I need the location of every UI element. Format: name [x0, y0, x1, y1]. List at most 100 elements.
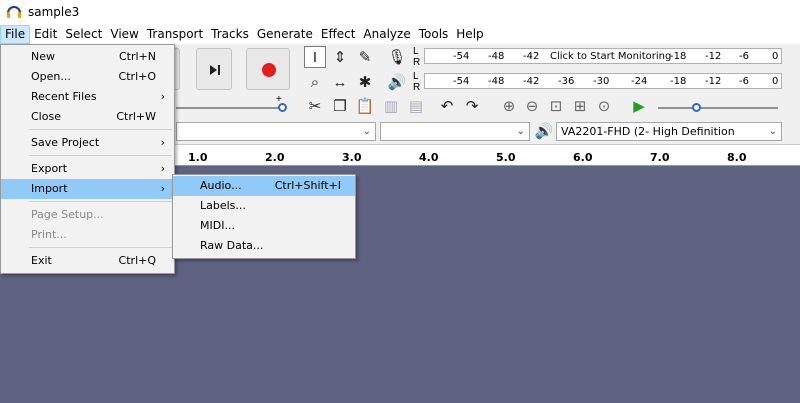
playback-meter[interactable]: -54 -48 -42 -36 -30 -24 -18 -12 -6 0 — [424, 73, 782, 89]
menu-label: Close — [31, 110, 61, 123]
record-scale-tick: -42 — [523, 51, 540, 62]
chevron-right-icon: › — [160, 182, 165, 195]
ruler-label: 1.0 — [188, 151, 208, 164]
ruler-label: 4.0 — [419, 151, 439, 164]
chevron-down-icon: ⌄ — [768, 126, 777, 137]
play-at-speed-knob[interactable] — [692, 103, 701, 112]
file-menu-import[interactable]: Import › — [1, 179, 174, 199]
playback-device-value: VA2201-FHD (2- High Definition — [561, 125, 735, 138]
record-scale-tick: -18 — [670, 51, 687, 62]
trim-icon[interactable]: ▥ — [380, 95, 402, 117]
play-at-speed-track — [658, 107, 778, 109]
record-scale-tick: -12 — [705, 51, 722, 62]
ruler-label: 2.0 — [265, 151, 285, 164]
menu-separator — [29, 155, 172, 156]
record-scale-tick: -54 — [453, 51, 470, 62]
draw-tool-icon[interactable]: ✎ — [354, 46, 376, 68]
menu-edit[interactable]: Edit — [30, 25, 61, 44]
file-menu-new[interactable]: New Ctrl+N — [1, 47, 174, 67]
menu-select[interactable]: Select — [61, 25, 106, 44]
record-scale-tick: -6 — [739, 51, 749, 62]
playback-scale-tick: -24 — [631, 76, 648, 87]
playback-scale-tick: -6 — [739, 76, 749, 87]
record-meter[interactable]: -54 -48 -42 Click to Start Monitoring -1… — [424, 48, 782, 64]
fit-project-icon[interactable]: ⊞ — [569, 95, 591, 117]
menu-shortcut: Ctrl+N — [118, 50, 156, 63]
playback-device-dropdown[interactable]: VA2201-FHD (2- High Definition ⌄ — [556, 122, 782, 141]
redo-icon[interactable]: ↷ — [461, 95, 483, 117]
paste-icon[interactable]: 📋 — [354, 95, 376, 117]
zoom-toggle-icon[interactable]: ⊙ — [593, 95, 615, 117]
menu-generate[interactable]: Generate — [253, 25, 317, 44]
zoom-tool-icon[interactable]: ⌕ — [304, 71, 326, 93]
import-raw-data[interactable]: Raw Data... — [173, 236, 355, 256]
menu-label: New — [31, 50, 55, 63]
menu-separator — [29, 129, 172, 130]
menu-tools[interactable]: Tools — [415, 25, 453, 44]
skip-end-button[interactable] — [196, 48, 232, 90]
menu-transport[interactable]: Transport — [143, 25, 207, 44]
menu-file[interactable]: File — [0, 24, 31, 44]
menu-label: Raw Data... — [200, 239, 264, 252]
file-menu-exit[interactable]: Exit Ctrl+Q — [1, 251, 174, 271]
file-menu-save-project[interactable]: Save Project › — [1, 133, 174, 153]
start-monitoring-label[interactable]: Click to Start Monitoring — [550, 51, 671, 62]
menu-shortcut: Ctrl+Shift+I — [274, 179, 341, 192]
time-shift-tool-icon[interactable]: ↔ — [329, 71, 351, 93]
record-scale-tick: 0 — [772, 51, 779, 62]
undo-icon[interactable]: ↶ — [436, 95, 458, 117]
file-menu-close[interactable]: Close Ctrl+W — [1, 107, 174, 127]
menu-shortcut: Ctrl+Q — [118, 254, 156, 267]
playback-channel-l: L — [413, 71, 419, 82]
cut-icon[interactable]: ✂ — [304, 95, 326, 117]
title-bar: sample3 — [0, 0, 800, 24]
menu-view[interactable]: View — [106, 25, 142, 44]
audacity-logo-icon — [7, 6, 21, 18]
play-at-speed-icon[interactable]: ▶ — [628, 95, 650, 117]
file-menu-open[interactable]: Open... Ctrl+O — [1, 67, 174, 87]
menu-label: Page Setup... — [31, 208, 104, 221]
window-title: sample3 — [28, 5, 80, 19]
menu-effect[interactable]: Effect — [317, 25, 360, 44]
selection-tool-icon[interactable]: I — [304, 46, 326, 68]
audio-host-dropdown[interactable]: ⌄ — [176, 122, 376, 141]
microphone-icon: 🎙 — [387, 49, 407, 66]
record-scale-tick: -48 — [488, 51, 505, 62]
menu-label: Recent Files — [31, 90, 97, 103]
multi-tool-icon[interactable]: ✱ — [354, 71, 376, 93]
menu-label: Save Project — [31, 136, 100, 149]
file-menu-export[interactable]: Export › — [1, 159, 174, 179]
copy-icon[interactable]: ❐ — [329, 95, 351, 117]
zoom-out-icon[interactable]: ⊖ — [521, 95, 543, 117]
menu-shortcut: Ctrl+O — [118, 70, 156, 83]
chevron-right-icon: › — [160, 162, 165, 175]
menu-tracks[interactable]: Tracks — [207, 25, 253, 44]
playback-channel-r: R — [413, 82, 421, 93]
menu-label: Export — [31, 162, 68, 175]
file-menu-recent-files[interactable]: Recent Files › — [1, 87, 174, 107]
skip-end-icon — [210, 65, 220, 75]
menu-label: Print... — [31, 228, 67, 241]
playback-scale-tick: -42 — [523, 76, 540, 87]
menu-label: Audio... — [200, 179, 242, 192]
playback-scale-tick: -36 — [558, 76, 575, 87]
import-midi[interactable]: MIDI... — [173, 216, 355, 236]
menu-shortcut: Ctrl+W — [116, 110, 156, 123]
record-button[interactable] — [246, 48, 290, 90]
import-submenu: Audio... Ctrl+Shift+I Labels... MIDI... R… — [172, 174, 356, 259]
slider-knob[interactable] — [278, 103, 287, 112]
file-menu-print[interactable]: Print... — [1, 225, 174, 245]
ruler-label: 8.0 — [727, 151, 747, 164]
import-labels[interactable]: Labels... — [173, 196, 355, 216]
menu-label: Import — [31, 182, 68, 195]
import-audio[interactable]: Audio... Ctrl+Shift+I — [173, 176, 355, 196]
fit-selection-icon[interactable]: ⊡ — [545, 95, 567, 117]
menu-analyze[interactable]: Analyze — [359, 25, 414, 44]
menu-help[interactable]: Help — [452, 25, 487, 44]
recording-channels-dropdown[interactable]: ⌄ — [380, 122, 530, 141]
envelope-tool-icon[interactable]: ⇕ — [329, 46, 351, 68]
file-menu-page-setup[interactable]: Page Setup... — [1, 205, 174, 225]
zoom-in-icon[interactable]: ⊕ — [498, 95, 520, 117]
silence-icon[interactable]: ▤ — [405, 95, 427, 117]
playback-speed-track — [176, 107, 284, 109]
